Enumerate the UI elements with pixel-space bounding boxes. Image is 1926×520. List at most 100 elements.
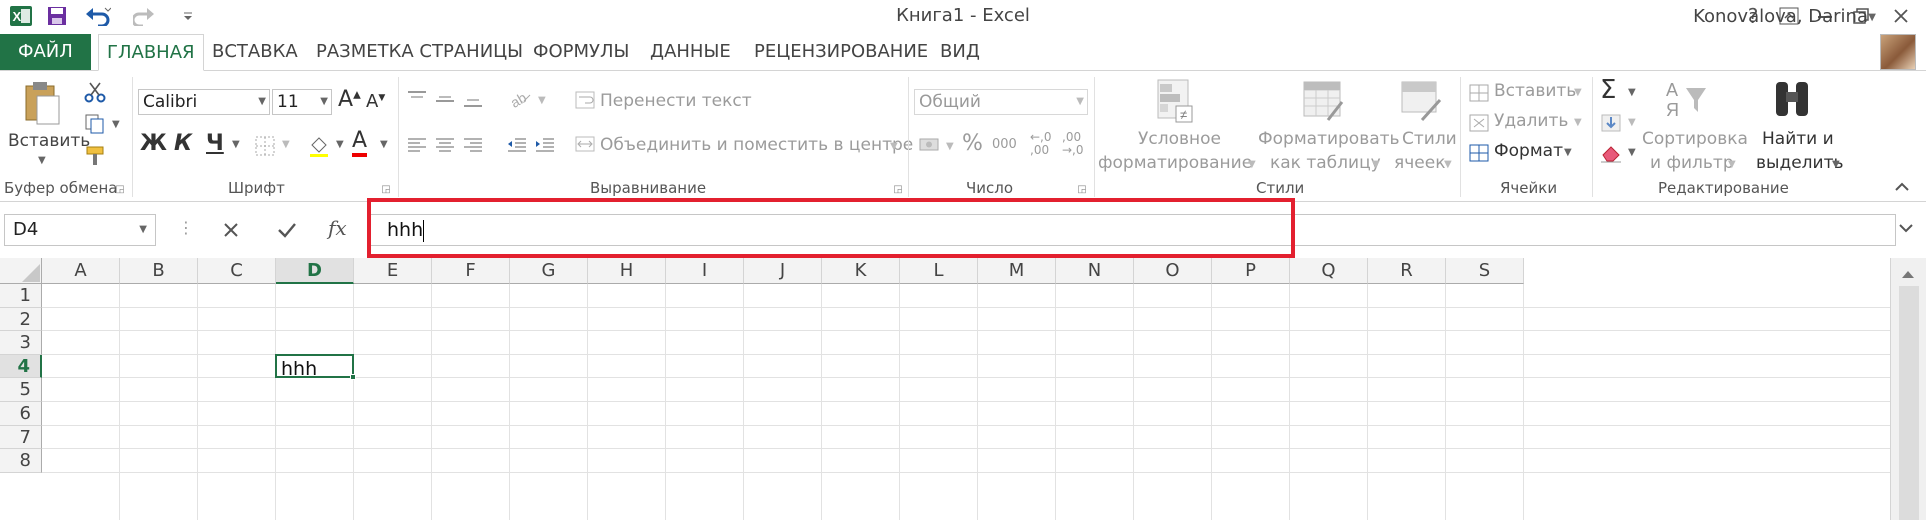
scroll-up-icon[interactable] — [1901, 264, 1915, 283]
find-select-label-2[interactable]: выделить — [1756, 153, 1844, 173]
tab-insert[interactable]: ВСТАВКА — [204, 34, 306, 70]
autosum-dropdown-icon[interactable]: ▼ — [1628, 87, 1636, 98]
wrap-text-icon[interactable] — [574, 89, 596, 111]
row-header-3[interactable]: 3 — [0, 331, 42, 355]
shrink-font-icon[interactable]: A▼ — [366, 91, 385, 112]
column-header-e[interactable]: E — [354, 258, 432, 284]
tab-view[interactable]: ВИД — [932, 34, 988, 70]
fill-icon[interactable] — [1598, 111, 1624, 135]
enter-icon[interactable] — [272, 216, 302, 244]
paste-icon[interactable] — [22, 79, 62, 127]
align-top-icon[interactable] — [404, 87, 430, 111]
fill-handle[interactable] — [350, 374, 356, 381]
tab-page-layout[interactable]: РАЗМЕТКА СТРАНИЦЫ — [308, 34, 531, 70]
row-header-6[interactable]: 6 — [0, 402, 42, 426]
format-cells-label[interactable]: Формат — [1494, 141, 1563, 161]
cell-styles-dropdown-icon[interactable]: ▼ — [1444, 159, 1452, 170]
align-middle-icon[interactable] — [432, 87, 458, 111]
insert-function-icon[interactable]: fx — [328, 216, 347, 240]
clipboard-launcher-icon[interactable]: ◲ — [114, 183, 126, 195]
conditional-formatting-label-1[interactable]: Условное — [1138, 129, 1221, 149]
insert-cells-dropdown-icon[interactable]: ▼ — [1574, 87, 1582, 98]
chevron-down-icon[interactable]: ▼ — [139, 215, 147, 245]
user-name[interactable]: Konovalova, Darina — [1693, 6, 1868, 27]
vertical-scrollbar[interactable] — [1890, 258, 1926, 520]
decrease-decimal-button[interactable]: ,00 →,0 — [1062, 131, 1092, 157]
sort-filter-label-1[interactable]: Сортировка — [1642, 129, 1748, 149]
column-header-f[interactable]: F — [432, 258, 510, 284]
save-icon[interactable] — [42, 2, 72, 30]
align-right-icon[interactable] — [460, 133, 486, 157]
merge-center-label[interactable]: Объединить и поместить в центре — [600, 135, 913, 155]
wrap-text-label[interactable]: Перенести текст — [600, 91, 752, 111]
number-format-combo[interactable]: Общий ▼ — [914, 89, 1088, 115]
align-center-icon[interactable] — [432, 133, 458, 157]
bold-button[interactable]: Ж — [140, 131, 167, 156]
column-header-k[interactable]: K — [822, 258, 900, 284]
cut-icon[interactable] — [82, 79, 108, 105]
font-launcher-icon[interactable]: ◲ — [380, 183, 392, 195]
column-header-q[interactable]: Q — [1290, 258, 1368, 284]
column-header-j[interactable]: J — [744, 258, 822, 284]
delete-cells-icon[interactable] — [1468, 113, 1490, 133]
format-as-table-icon[interactable] — [1302, 77, 1346, 125]
column-header-o[interactable]: O — [1134, 258, 1212, 284]
italic-button[interactable]: К — [174, 131, 192, 156]
alignment-launcher-icon[interactable]: ◲ — [892, 183, 904, 195]
orientation-icon[interactable]: ab — [506, 87, 536, 111]
customize-qat-icon[interactable] — [178, 2, 198, 30]
paste-dropdown-icon[interactable]: ▼ — [38, 155, 46, 166]
format-as-table-dropdown-icon[interactable]: ▼ — [1372, 159, 1380, 170]
column-header-d[interactable]: D — [276, 258, 354, 284]
fill-color-dropdown-icon[interactable]: ▼ — [336, 139, 344, 150]
tab-home[interactable]: ГЛАВНАЯ — [98, 34, 204, 71]
underline-button[interactable]: Ч — [206, 131, 224, 156]
copy-icon[interactable] — [82, 111, 108, 137]
decrease-indent-icon[interactable] — [504, 133, 530, 157]
format-as-table-label-2[interactable]: как таблицу — [1270, 153, 1381, 173]
accounting-dropdown-icon[interactable]: ▼ — [946, 141, 954, 152]
column-header-i[interactable]: I — [666, 258, 744, 284]
borders-icon[interactable] — [252, 133, 278, 159]
column-header-n[interactable]: N — [1056, 258, 1134, 284]
row-header-8[interactable]: 8 — [0, 449, 42, 473]
row-header-7[interactable]: 7 — [0, 425, 42, 450]
tab-review[interactable]: РЕЦЕНЗИРОВАНИЕ — [746, 34, 936, 70]
tab-formulas[interactable]: ФОРМУЛЫ — [525, 34, 637, 70]
font-size-combo[interactable]: 11 ▼ — [272, 89, 332, 115]
autosum-icon[interactable]: Σ — [1600, 75, 1616, 105]
format-cells-dropdown-icon[interactable]: ▼ — [1564, 147, 1572, 158]
merge-dropdown-icon[interactable]: ▼ — [890, 141, 898, 152]
cancel-entry-icon[interactable] — [216, 216, 246, 244]
increase-decimal-button[interactable]: ←,0 ,00 — [1030, 131, 1062, 157]
close-icon[interactable] — [1884, 2, 1918, 30]
scroll-thumb[interactable] — [1899, 286, 1919, 520]
column-header-p[interactable]: P — [1212, 258, 1290, 284]
copy-dropdown-icon[interactable]: ▼ — [112, 119, 120, 130]
conditional-formatting-dropdown-icon[interactable]: ▼ — [1248, 159, 1256, 170]
format-painter-icon[interactable] — [82, 143, 108, 169]
expand-formula-bar-icon[interactable] — [1898, 220, 1914, 239]
sort-filter-dropdown-icon[interactable]: ▼ — [1728, 159, 1736, 170]
insert-cells-icon[interactable] — [1468, 83, 1490, 103]
format-cells-icon[interactable] — [1468, 143, 1490, 163]
merge-center-icon[interactable] — [574, 133, 596, 155]
row-header-5[interactable]: 5 — [0, 378, 42, 402]
column-header-s[interactable]: S — [1446, 258, 1524, 284]
find-select-dropdown-icon[interactable]: ▼ — [1832, 159, 1840, 170]
cell-styles-icon[interactable] — [1400, 77, 1444, 125]
grow-font-icon[interactable]: A▲ — [338, 87, 361, 112]
row-header-4[interactable]: 4 — [0, 354, 42, 379]
font-color-icon[interactable]: A — [352, 129, 368, 157]
column-header-l[interactable]: L — [900, 258, 978, 284]
undo-icon[interactable] — [80, 2, 116, 30]
column-header-r[interactable]: R — [1368, 258, 1446, 284]
font-color-dropdown-icon[interactable]: ▼ — [380, 139, 388, 150]
delete-cells-dropdown-icon[interactable]: ▼ — [1574, 117, 1582, 128]
column-header-h[interactable]: H — [588, 258, 666, 284]
find-select-label-1[interactable]: Найти и — [1762, 129, 1834, 149]
increase-indent-icon[interactable] — [532, 133, 558, 157]
orientation-dropdown-icon[interactable]: ▼ — [538, 95, 546, 106]
column-header-c[interactable]: C — [198, 258, 276, 284]
column-header-b[interactable]: B — [120, 258, 198, 284]
